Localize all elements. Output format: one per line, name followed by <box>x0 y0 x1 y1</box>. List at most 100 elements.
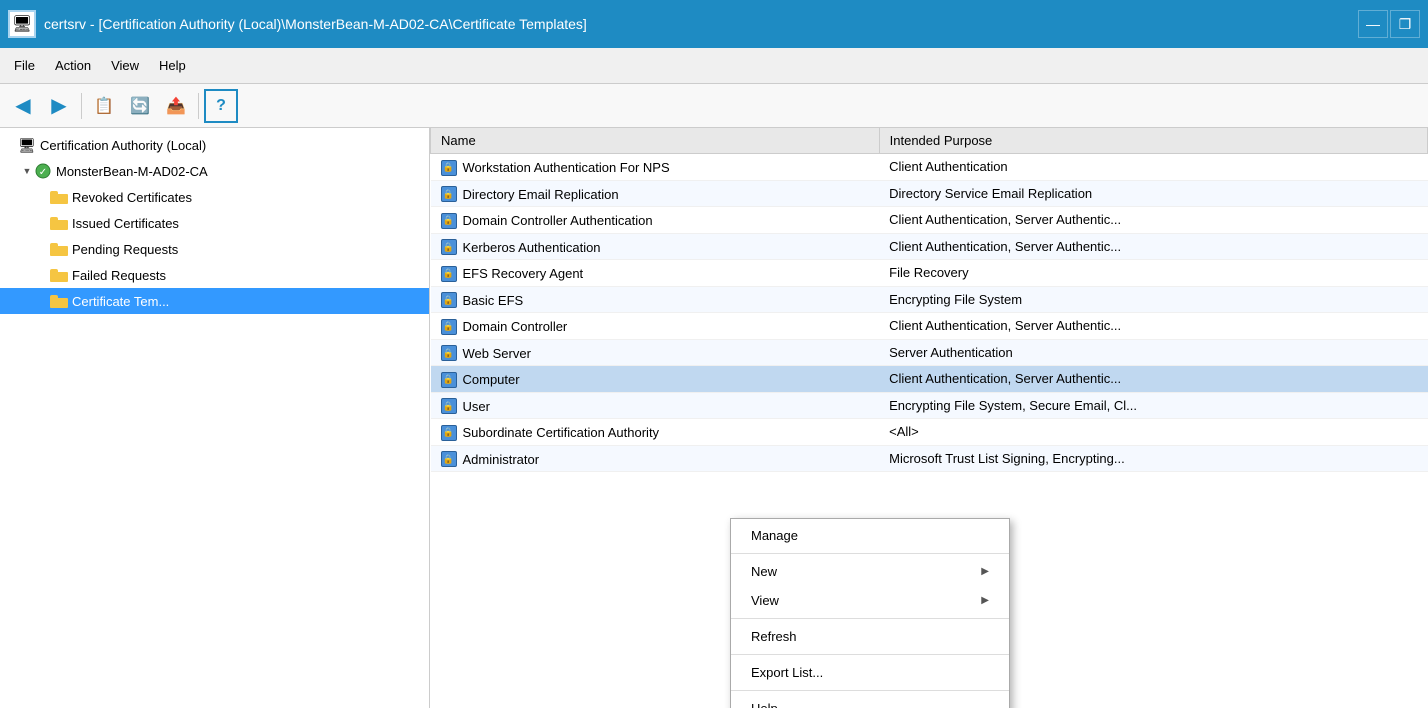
tree-item-pending[interactable]: Pending Requests <box>0 236 429 262</box>
cert-icon-img: 🔒 <box>441 239 457 255</box>
tree-item-failed[interactable]: Failed Requests <box>0 262 429 288</box>
cert-icon-img: 🔒 <box>441 345 457 361</box>
window-title: certsrv - [Certification Authority (Loca… <box>44 16 1350 32</box>
cert-name-cell: 🔒Domain Controller <box>441 319 568 335</box>
refresh-button[interactable]: 🔄 <box>123 89 157 123</box>
table-row[interactable]: 🔒Domain Controller Authentication Client … <box>431 207 1428 234</box>
table-row[interactable]: 🔒Basic EFS Encrypting File System <box>431 286 1428 313</box>
context-menu-manage-label: Manage <box>751 528 798 543</box>
right-pane: Name Intended Purpose 🔒Workstation Authe… <box>430 128 1428 708</box>
cell-name: 🔒Computer <box>431 366 880 393</box>
cell-name: 🔒Workstation Authentication For NPS <box>431 154 880 181</box>
context-menu-view-label: View <box>751 593 779 608</box>
table-row[interactable]: 🔒Web ServerServer Authentication <box>431 339 1428 366</box>
cert-icon-img: 🔒 <box>441 292 457 308</box>
cell-name: 🔒Domain Controller <box>431 313 880 340</box>
cell-purpose: Client Authentication, Server Authentic.… <box>879 366 1427 393</box>
cert-name-cell: 🔒Domain Controller Authentication <box>441 213 653 229</box>
cell-purpose: Microsoft Trust List Signing, Encrypting… <box>879 445 1427 472</box>
tree-issued-label: Issued Certificates <box>72 216 179 231</box>
cell-purpose: <All> <box>879 419 1427 446</box>
table-row[interactable]: 🔒AdministratorMicrosoft Trust List Signi… <box>431 445 1428 472</box>
table-row[interactable]: 🔒ComputerClient Authentication, Server A… <box>431 366 1428 393</box>
expand-arrow-ca: ▼ <box>20 164 34 178</box>
table-row[interactable]: 🔒Workstation Authentication For NPSClien… <box>431 154 1428 181</box>
app-icon: 🖥 <box>8 10 36 38</box>
forward-button[interactable]: ▶ <box>42 89 76 123</box>
cert-icon-img: 🔒 <box>441 213 457 229</box>
maximize-button[interactable]: ❐ <box>1390 10 1420 38</box>
cell-name: 🔒Directory Email Replication <box>431 180 880 207</box>
svg-text:✓: ✓ <box>39 167 47 178</box>
server-icon: ✓ <box>34 162 52 180</box>
tree-item-revoked[interactable]: Revoked Certificates <box>0 184 429 210</box>
cert-icon-img: 🔒 <box>441 425 457 441</box>
title-bar: 🖥 certsrv - [Certification Authority (Lo… <box>0 0 1428 48</box>
context-menu: Manage New ▶ View ▶ Refresh Export List.… <box>730 518 1010 708</box>
main-area: 🖥 Certification Authority (Local) ▼ ✓ Mo… <box>0 128 1428 708</box>
cell-name: 🔒Domain Controller Authentication <box>431 207 880 234</box>
cert-name-cell: 🔒Basic EFS <box>441 292 524 308</box>
tree-ca-label: MonsterBean-M-AD02-CA <box>56 164 208 179</box>
context-menu-export[interactable]: Export List... <box>731 658 1009 687</box>
col-name[interactable]: Name <box>431 128 880 154</box>
cell-purpose: Client Authentication <box>879 154 1427 181</box>
export-button[interactable]: 📤 <box>159 89 193 123</box>
context-menu-refresh[interactable]: Refresh <box>731 622 1009 651</box>
cert-icon-img: 🔒 <box>441 451 457 467</box>
table-row[interactable]: 🔒User Encrypting File System, Secure Emai… <box>431 392 1428 419</box>
cell-name: 🔒EFS Recovery Agent <box>431 260 880 287</box>
context-menu-new-label: New <box>751 564 777 579</box>
tree-item-cert-templates[interactable]: Certificate Tem... <box>0 288 429 314</box>
cert-name-cell: 🔒EFS Recovery Agent <box>441 266 584 282</box>
cell-purpose: Client Authentication, Server Authentic.… <box>879 207 1427 234</box>
cell-purpose: Encrypting File System <box>879 286 1427 313</box>
menu-action[interactable]: Action <box>45 54 101 77</box>
menu-bar: File Action View Help <box>0 48 1428 84</box>
cert-name-cell: 🔒Kerberos Authentication <box>441 239 601 255</box>
toolbar-separator-2 <box>198 93 199 119</box>
properties-button[interactable]: 📋 <box>87 89 121 123</box>
context-menu-view[interactable]: View ▶ <box>731 586 1009 615</box>
folder-icon-cert-templates <box>50 292 68 310</box>
cell-purpose: File Recovery <box>879 260 1427 287</box>
back-button[interactable]: ◀ <box>6 89 40 123</box>
window-controls: — ❐ <box>1358 10 1420 38</box>
cell-name: 🔒Web Server <box>431 339 880 366</box>
help-button[interactable]: ? <box>204 89 238 123</box>
menu-help[interactable]: Help <box>149 54 196 77</box>
cell-purpose: Encrypting File System, Secure Email, Cl… <box>879 392 1427 419</box>
context-menu-sep-4 <box>731 690 1009 691</box>
folder-icon-issued <box>50 214 68 232</box>
computer-icon: 🖥 <box>18 136 36 154</box>
table-row[interactable]: 🔒Kerberos AuthenticationClient Authentic… <box>431 233 1428 260</box>
tree-item-ca[interactable]: ▼ ✓ MonsterBean-M-AD02-CA <box>0 158 429 184</box>
minimize-button[interactable]: — <box>1358 10 1388 38</box>
tree-item-issued[interactable]: Issued Certificates <box>0 210 429 236</box>
context-menu-help[interactable]: Help <box>731 694 1009 708</box>
context-menu-new[interactable]: New ▶ <box>731 557 1009 586</box>
cell-purpose: Client Authentication, Server Authentic.… <box>879 313 1427 340</box>
table-row[interactable]: 🔒Subordinate Certification Authority <All… <box>431 419 1428 446</box>
menu-file[interactable]: File <box>4 54 45 77</box>
toolbar: ◀ ▶ 📋 🔄 📤 ? <box>0 84 1428 128</box>
cert-icon-img: 🔒 <box>441 398 457 414</box>
folder-icon-revoked <box>50 188 68 206</box>
tree-pane: 🖥 Certification Authority (Local) ▼ ✓ Mo… <box>0 128 430 708</box>
cert-icon-img: 🔒 <box>441 372 457 388</box>
cell-name: 🔒Basic EFS <box>431 286 880 313</box>
tree-item-root[interactable]: 🖥 Certification Authority (Local) <box>0 132 429 158</box>
menu-view[interactable]: View <box>101 54 149 77</box>
table-row[interactable]: 🔒Directory Email ReplicationDirectory Se… <box>431 180 1428 207</box>
context-menu-manage[interactable]: Manage <box>731 521 1009 550</box>
folder-icon-pending <box>50 240 68 258</box>
cert-name-cell: 🔒User <box>441 398 490 414</box>
cert-icon-img: 🔒 <box>441 186 457 202</box>
col-purpose[interactable]: Intended Purpose <box>879 128 1427 154</box>
context-menu-view-arrow: ▶ <box>981 595 989 606</box>
context-menu-new-arrow: ▶ <box>981 566 989 577</box>
cert-name-cell: 🔒Subordinate Certification Authority <box>441 425 660 441</box>
table-row[interactable]: 🔒Domain Controller Client Authentication,… <box>431 313 1428 340</box>
table-row[interactable]: 🔒EFS Recovery Agent File Recovery <box>431 260 1428 287</box>
cert-name-cell: 🔒Web Server <box>441 345 531 361</box>
